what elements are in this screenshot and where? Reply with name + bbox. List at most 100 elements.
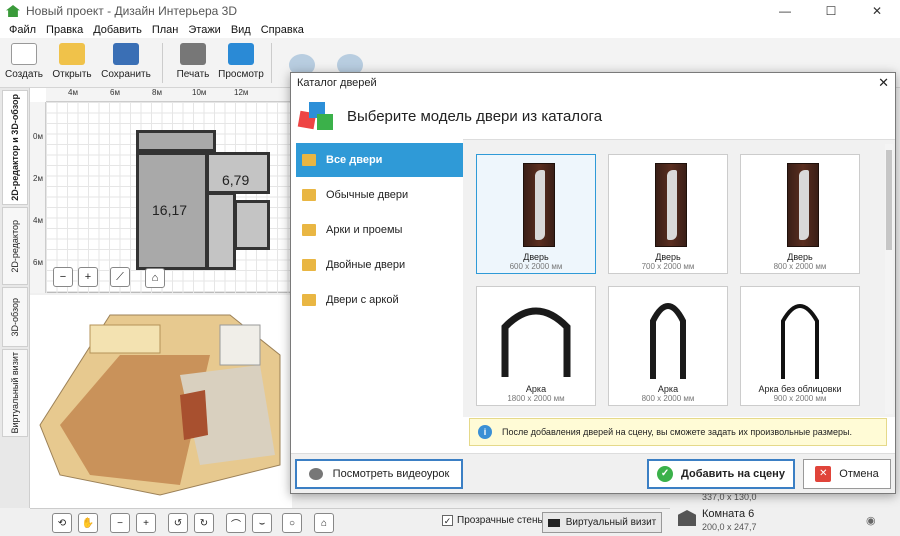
category-label: Арки и проемы: [326, 224, 403, 236]
dialog-footer: Посмотреть видеоурок ✓ Добавить на сцену…: [291, 453, 895, 493]
room-shape[interactable]: [136, 130, 216, 152]
arch-size: 800 x 2000 мм: [641, 394, 695, 403]
zoom-in-icon[interactable]: +: [78, 267, 98, 287]
toolbar-separator: [162, 43, 163, 83]
menu-edit[interactable]: Правка: [46, 24, 83, 36]
add-to-scene-button[interactable]: ✓ Добавить на сцену: [647, 459, 795, 489]
tab-3d-view-label: 3D-обзор: [10, 297, 20, 337]
tab-2d-editor[interactable]: 2D-редактор: [2, 207, 28, 285]
door-card[interactable]: Дверь 700 x 2000 мм: [608, 154, 728, 274]
arch-card[interactable]: Арка 800 x 2000 мм: [608, 286, 728, 406]
rotate-right-icon[interactable]: ↻: [194, 513, 214, 533]
menu-plan[interactable]: План: [152, 24, 179, 36]
door-card[interactable]: Дверь 800 x 2000 мм: [740, 154, 860, 274]
hand-icon[interactable]: ✋: [78, 513, 98, 533]
info-icon: i: [478, 425, 492, 439]
tilt-down-icon[interactable]: ⌒: [226, 513, 246, 533]
view-3d[interactable]: [30, 295, 292, 508]
menu-help[interactable]: Справка: [261, 24, 304, 36]
cancel-x-icon: ✕: [815, 466, 832, 482]
minimize-button[interactable]: —: [762, 0, 808, 22]
rotate-360-icon[interactable]: ⟲: [52, 513, 72, 533]
door-thumbnail: [523, 163, 555, 247]
arch-thumbnail: [501, 307, 571, 377]
ruler-tick: 8м: [152, 88, 162, 97]
light-bulb-icon[interactable]: ○: [282, 513, 302, 533]
ruler-tick: 0м: [33, 132, 43, 141]
arch-size: 1800 x 2000 мм: [507, 394, 565, 403]
room-shape[interactable]: [234, 200, 270, 250]
maximize-button[interactable]: ☐: [808, 0, 854, 22]
zoom-out-icon[interactable]: −: [110, 513, 130, 533]
ruler-horizontal: 4м 6м 8м 10м 12м: [46, 88, 292, 102]
tab-3d-view[interactable]: 3D-обзор: [2, 287, 28, 347]
home-icon[interactable]: ⌂: [145, 268, 165, 288]
arch-card[interactable]: Арка 1800 x 2000 мм: [476, 286, 596, 406]
home-icon[interactable]: ⌂: [314, 513, 334, 533]
print-button[interactable]: Печать: [169, 38, 217, 86]
close-window-button[interactable]: ✕: [854, 0, 900, 22]
save-label: Сохранить: [101, 69, 151, 80]
info-banner: i После добавления дверей на сцену, вы с…: [469, 418, 887, 446]
tilt-up-icon[interactable]: ⌣: [252, 513, 272, 533]
watch-video-button[interactable]: Посмотреть видеоурок: [295, 459, 463, 489]
category-list: Все двери Обычные двери Арки и проемы Дв…: [291, 139, 464, 455]
menu-floors[interactable]: Этажи: [188, 24, 220, 36]
bottom-toolbar: ⟲ ✋ − + ↺ ↻ ⌒ ⌣ ○ ⌂ ✓ Прозрачные стены В…: [30, 508, 670, 536]
webcam-icon: [308, 468, 323, 480]
new-file-icon: [11, 43, 37, 65]
checkmark-icon: ✓: [657, 466, 674, 482]
room-icon: [678, 510, 696, 526]
open-button[interactable]: Открыть: [48, 38, 96, 86]
virtual-visit-label: Виртуальный визит: [565, 517, 657, 528]
ruler-icon[interactable]: ⟋: [110, 267, 130, 287]
grid-scrollbar[interactable]: [885, 144, 893, 414]
room-area-label: 16,17: [152, 202, 188, 218]
create-label: Создать: [4, 69, 43, 80]
zoom-in-icon[interactable]: +: [136, 513, 156, 533]
room-shape[interactable]: [206, 192, 236, 270]
arch-size: 900 x 2000 мм: [773, 394, 827, 403]
menu-file[interactable]: Файл: [9, 24, 36, 36]
arch-thumbnail: [781, 304, 819, 379]
transparent-walls-checkbox[interactable]: ✓: [442, 515, 453, 526]
ruler-tick: 10м: [192, 88, 207, 97]
save-button[interactable]: Сохранить: [96, 38, 156, 86]
preview-button[interactable]: Просмотр: [217, 38, 265, 86]
create-button[interactable]: Создать: [0, 38, 48, 86]
category-all-doors[interactable]: Все двери: [296, 143, 464, 177]
scrollbar-thumb[interactable]: [886, 150, 892, 250]
folder-icon: [302, 154, 316, 166]
tab-2d-3d[interactable]: 2D-редактор и 3D-обзор: [2, 90, 28, 205]
category-arched-doors[interactable]: Двери с аркой: [296, 283, 464, 317]
cubes-icon: [297, 100, 335, 132]
eye-icon[interactable]: ◉: [866, 514, 876, 527]
zoom-out-icon[interactable]: −: [53, 267, 73, 287]
category-label: Двойные двери: [326, 259, 406, 271]
door-thumbnail: [655, 163, 687, 247]
ruler-tick: 6м: [33, 258, 43, 267]
arch-card[interactable]: Арка без облицовки 900 x 2000 мм: [740, 286, 860, 406]
cancel-button[interactable]: ✕ Отмена: [803, 459, 891, 489]
virtual-visit-button[interactable]: Виртуальный визит: [542, 512, 662, 533]
title-bar: Новый проект - Дизайн Интерьера 3D — ☐ ✕: [0, 0, 900, 22]
app-house-icon: [6, 5, 20, 17]
menu-add[interactable]: Добавить: [93, 24, 142, 36]
rotate-left-icon[interactable]: ↺: [168, 513, 188, 533]
category-arches[interactable]: Арки и проемы: [296, 213, 464, 247]
tab-virtual-visit[interactable]: Виртуальный визит: [2, 349, 28, 437]
dialog-close-icon[interactable]: ✕: [878, 75, 889, 91]
tab-2d-3d-label: 2D-редактор и 3D-обзор: [10, 94, 20, 201]
category-label: Все двери: [326, 154, 383, 166]
room-name[interactable]: Комната 6: [702, 508, 754, 520]
ruler-tick: 6м: [110, 88, 120, 97]
toolbar-separator: [271, 43, 272, 83]
print-label: Печать: [176, 69, 210, 80]
transparent-walls-toggle[interactable]: ✓ Прозрачные стены: [442, 515, 545, 526]
menu-view[interactable]: Вид: [231, 24, 251, 36]
cancel-label: Отмена: [839, 468, 879, 480]
plan-2d-view[interactable]: 4м 6м 8м 10м 12м 0м 2м 4м 6м 16,17 6,79 …: [30, 88, 292, 293]
category-regular-doors[interactable]: Обычные двери: [296, 178, 464, 212]
category-double-doors[interactable]: Двойные двери: [296, 248, 464, 282]
door-card[interactable]: Дверь 600 x 2000 мм: [476, 154, 596, 274]
